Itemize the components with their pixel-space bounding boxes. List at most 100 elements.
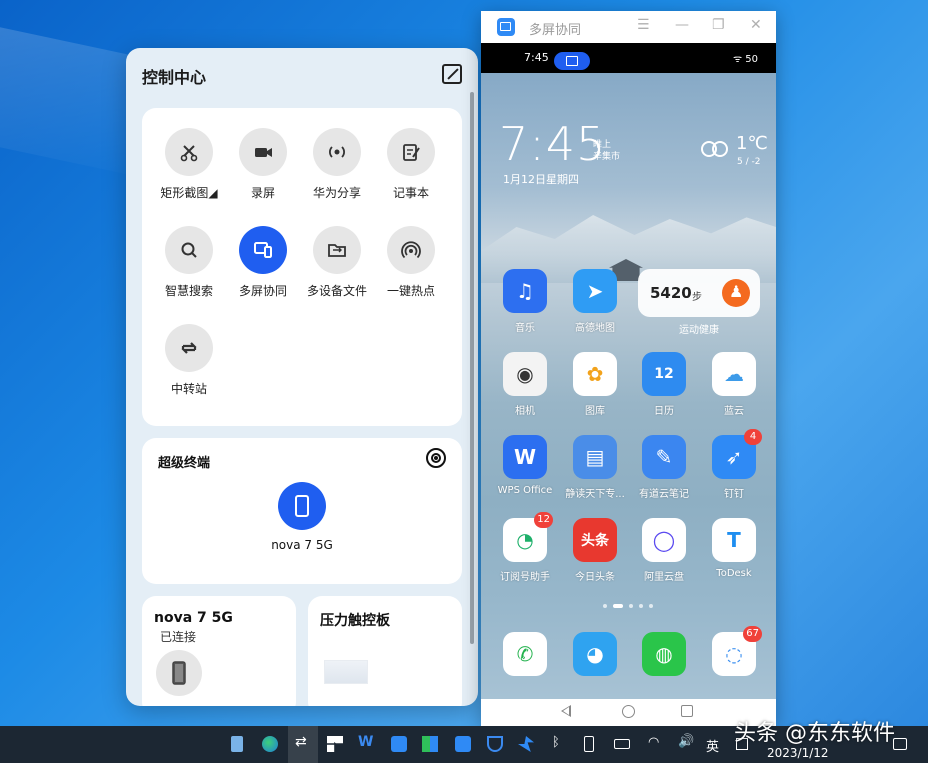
app-日历[interactable]: 12 日历 [629, 352, 699, 417]
tool-folder-transfer[interactable]: 多设备文件 [299, 226, 375, 299]
app-glyph: ▤ [585, 445, 605, 469]
search-icon [165, 226, 213, 274]
status-indicators: ᯤ 50 [732, 54, 758, 65]
app-静读天下专...[interactable]: ▤ 静读天下专... [560, 435, 630, 500]
app-phone[interactable]: ✆ [490, 632, 560, 676]
input-language[interactable]: 英 [706, 736, 719, 755]
app-glyph: T [727, 528, 741, 552]
app-WPS Office[interactable]: W WPS Office [490, 435, 560, 496]
home-icon[interactable] [622, 705, 635, 718]
app-订阅号助手[interactable]: ◔ 12 订阅号助手 [490, 512, 560, 583]
tool-notepad[interactable]: 记事本 [373, 128, 449, 201]
radar-icon[interactable] [426, 448, 446, 468]
edit-icon[interactable] [442, 64, 462, 84]
app-音乐[interactable]: ♫ 音乐 [490, 269, 560, 334]
super-device-title: 超级终端 [158, 456, 211, 471]
app-glyph: ◍ [655, 642, 673, 666]
battery-icon[interactable] [614, 739, 630, 749]
window-titlebar[interactable]: 多屏协同 ☰ — ❐ ✕ [481, 11, 776, 43]
watermark: 头条 @东东软件 [734, 721, 895, 746]
volume-icon[interactable]: 🔊 [678, 734, 694, 750]
scrollbar[interactable] [470, 92, 474, 644]
tool-label: 多设备文件 [306, 284, 367, 298]
app-icon: T [712, 518, 756, 562]
app-图库[interactable]: ✿ 图库 [560, 352, 630, 417]
tool-multi-screen[interactable]: 多屏协同 [225, 226, 301, 299]
dingtalk-icon[interactable] [518, 736, 534, 752]
super-device-card: 超级终端 nova 7 5G [142, 438, 462, 584]
clock-date: 1月12日星期四 [503, 173, 579, 186]
tool-video-camera[interactable]: 录屏 [225, 128, 301, 201]
wps-icon[interactable]: W [358, 734, 374, 750]
bookmark-app-icon[interactable] [391, 736, 407, 752]
phone-nav-bar [481, 699, 776, 726]
app-icon: ✆ [503, 632, 547, 676]
back-icon[interactable] [561, 705, 571, 717]
green-app-icon[interactable] [422, 736, 438, 752]
app-icon: ✎ [642, 435, 686, 479]
tool-hotspot[interactable]: 一键热点 [373, 226, 449, 299]
tool-label: 智慧搜索 [164, 284, 213, 298]
app-wechat[interactable]: ◍ [629, 632, 699, 676]
menu-icon[interactable]: ☰ [637, 17, 650, 33]
scissors-icon [165, 128, 213, 176]
app-icon: ➤ [573, 269, 617, 313]
folder-transfer-icon [313, 226, 361, 274]
recent-apps-icon[interactable] [681, 705, 693, 717]
app-name: 静读天下专... [565, 489, 625, 500]
app-browser[interactable]: ◕ [560, 632, 630, 676]
phone-screen[interactable]: 7:45 ᯤ 50 7:45 睢上 辛集市 1月12日星期四 1℃ 5 / -2… [481, 43, 776, 699]
todesk-icon[interactable] [455, 736, 471, 752]
nova-card-title: nova 7 5G [154, 610, 233, 626]
device-label: nova 7 5G [271, 538, 333, 552]
touchpad-card[interactable]: 压力触控板 [308, 596, 462, 706]
app-icon: ☁ [712, 352, 756, 396]
health-widget[interactable]: 5420 步 [638, 269, 760, 317]
minimize-icon[interactable]: — [675, 17, 689, 33]
clock-time: 7:45 [499, 117, 607, 171]
health-label: 运动健康 [679, 325, 719, 336]
app-glyph: W [513, 445, 537, 469]
edge-browser-icon[interactable] [262, 736, 278, 752]
tool-share-signal[interactable]: 华为分享 [299, 128, 375, 201]
nova-device-card[interactable]: nova 7 5G 已连接 [142, 596, 296, 706]
usb-icon[interactable] [231, 736, 243, 752]
app-今日头条[interactable]: 头条 今日头条 [560, 518, 630, 583]
weather-range: 5 / -2 [737, 157, 761, 167]
video-camera-icon [239, 128, 287, 176]
app-messages[interactable]: ◌ 67 [699, 626, 769, 676]
nova-card-status: 已连接 [160, 630, 197, 644]
app-钉钉[interactable]: ➶ 4 钉钉 [699, 429, 769, 500]
close-icon[interactable]: ✕ [750, 17, 762, 33]
app-阿里云盘[interactable]: ◯ 阿里云盘 [629, 518, 699, 583]
tool-search[interactable]: 智慧搜索 [151, 226, 227, 299]
app-icon: W [503, 435, 547, 479]
app-glyph: 头条 [581, 533, 609, 549]
bluetooth-icon[interactable]: ᛒ [552, 735, 568, 751]
app-ToDesk[interactable]: T ToDesk [699, 518, 769, 579]
app-glyph: ✆ [516, 642, 534, 666]
app-蓝云[interactable]: ☁ 蓝云 [699, 352, 769, 417]
transfer-icon[interactable]: ⇄ [295, 734, 311, 750]
tool-label: 一键热点 [386, 284, 435, 298]
app-name: ToDesk [716, 568, 752, 579]
usb-drive-icon[interactable] [584, 736, 594, 752]
notification-icon[interactable] [893, 738, 907, 750]
app-glyph: ◔ [516, 528, 534, 552]
tool-scissors[interactable]: 矩形截图◢ [151, 128, 227, 201]
app-icon: 12 [642, 352, 686, 396]
app-相机[interactable]: ◉ 相机 [490, 352, 560, 417]
app-有道云笔记[interactable]: ✎ 有道云笔记 [629, 435, 699, 500]
notification-badge: 12 [534, 512, 553, 528]
restore-icon[interactable]: ❐ [712, 17, 725, 33]
app-高德地图[interactable]: ➤ 高德地图 [560, 269, 630, 334]
app-name: 有道云笔记 [639, 489, 689, 500]
wifi-icon[interactable]: ◠ [648, 735, 664, 751]
shield-icon[interactable] [487, 736, 503, 752]
running-icon [722, 279, 750, 307]
phone-icon [156, 650, 202, 696]
taskbar-date[interactable]: 2023/1/12 [767, 746, 829, 760]
tool-relay[interactable]: 中转站 [151, 324, 227, 397]
device-phone-button[interactable] [278, 482, 326, 530]
app-grid-icon[interactable] [327, 736, 343, 752]
